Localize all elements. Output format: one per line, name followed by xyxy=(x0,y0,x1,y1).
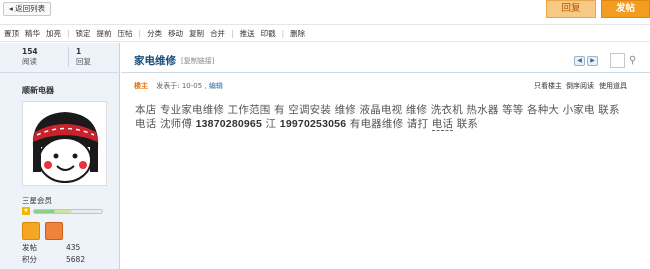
moderation-action-5[interactable]: 提前 xyxy=(97,28,112,39)
new-post-button[interactable]: 发帖 xyxy=(601,0,650,18)
posts-value[interactable]: 435 xyxy=(66,243,80,253)
posts-label: 发帖 xyxy=(22,243,37,252)
reply-button[interactable]: 回复 xyxy=(546,0,596,18)
home-medal-icon[interactable] xyxy=(22,222,40,240)
thread-main: 家电维修 [复制链接] ◀ ▶ ⚲ 楼主 发表于: 10-05 , 编辑 只看楼… xyxy=(121,43,650,269)
thread-stats: 154 阅读 1 回复 xyxy=(0,43,120,73)
back-to-list-button[interactable]: ◂ 返回列表 xyxy=(3,2,52,16)
posts-row: 发帖 435 xyxy=(22,243,102,253)
content-text-2: 江 xyxy=(262,118,280,130)
author-tag: 楼主 xyxy=(134,82,148,90)
wrench-icon[interactable]: ⚲ xyxy=(629,55,636,66)
phone-number-1: 13870280965 xyxy=(195,118,263,130)
use-tool-link[interactable]: 使用道具 xyxy=(599,81,627,91)
user-group: 三星会员 xyxy=(22,196,52,205)
phone-number-2: 19970253056 xyxy=(279,118,347,130)
moderation-action-14[interactable]: 印戳 xyxy=(261,28,276,39)
moderation-action-10[interactable]: 复制 xyxy=(189,28,204,39)
moderation-action-0[interactable]: 置顶 xyxy=(4,28,19,39)
post-meta: 楼主 发表于: 10-05 , 编辑 xyxy=(134,81,223,91)
moderation-action-16[interactable]: 删除 xyxy=(290,28,305,39)
avatar-image xyxy=(23,102,106,185)
only-author-link[interactable]: 只看楼主 xyxy=(534,81,562,91)
moderation-action-9[interactable]: 移动 xyxy=(168,28,183,39)
thread-title[interactable]: 家电维修 xyxy=(134,53,176,68)
moderation-action-4[interactable]: 锁定 xyxy=(76,28,91,39)
content-text-4: 联系 xyxy=(453,118,479,130)
arrow-right-icon[interactable]: ▶ xyxy=(587,56,598,66)
moderation-action-11[interactable]: 合并 xyxy=(210,28,225,39)
moderation-action-8[interactable]: 分类 xyxy=(147,28,162,39)
views-stat: 154 阅读 xyxy=(22,47,38,67)
moderation-action-6[interactable]: 压帖 xyxy=(118,28,133,39)
post-content: 本店 专业家电维修 工作范围 有 空调安装 维修 液晶电视 维修 洗衣机 热水器… xyxy=(135,103,625,131)
toolbar-separator: | xyxy=(231,28,234,38)
toolbar-separator: | xyxy=(138,28,142,38)
author-sidebar: 154 阅读 1 回复 顺新电器 三星会员 ★ 发帖 435 积分 5682 xyxy=(0,43,120,269)
copy-link[interactable]: [复制链接] xyxy=(181,56,214,66)
edit-link[interactable]: 编辑 xyxy=(209,82,223,90)
stat-divider xyxy=(68,47,69,67)
arrow-left-icon[interactable]: ◀ xyxy=(574,56,585,66)
thread-title-bar: 家电维修 [复制链接] ◀ ▶ ⚲ xyxy=(121,43,650,73)
heart-medal-icon[interactable] xyxy=(45,222,63,240)
replies-count: 1 xyxy=(76,47,82,56)
level-progress-bar xyxy=(33,209,103,214)
page-checkbox[interactable] xyxy=(610,53,625,68)
moderation-toolbar: 置顶 精华 加亮 | 锁定 提前 压帖 | 分类 移动 复制 合并 | 推送 印戳 | 删除 xyxy=(0,24,650,42)
posted-at: 发表于: 10-05 , xyxy=(156,82,207,90)
toolbar-separator: | xyxy=(281,28,285,38)
replies-label: 回复 xyxy=(76,57,91,66)
avatar[interactable] xyxy=(22,101,107,186)
top-bar: ◂ 返回列表 回复 发帖 xyxy=(0,0,650,18)
moderation-action-2[interactable]: 加亮 xyxy=(46,28,61,39)
credits-label: 积分 xyxy=(22,255,37,264)
credits-row: 积分 5682 xyxy=(22,255,102,265)
credits-value[interactable]: 5682 xyxy=(66,255,85,265)
content-text-3: 有电器维修 请打 xyxy=(346,118,432,130)
views-count: 154 xyxy=(22,47,38,56)
replies-stat: 1 回复 xyxy=(76,47,91,67)
reverse-order-link[interactable]: 倒序阅读 xyxy=(566,81,594,91)
views-label: 阅读 xyxy=(22,57,37,66)
moderation-action-13[interactable]: 推送 xyxy=(240,28,255,39)
toolbar-separator: | xyxy=(67,28,70,38)
moderation-action-1[interactable]: 精华 xyxy=(25,28,40,39)
moderation-items: 置顶 精华 加亮 | 锁定 提前 压帖 | 分类 移动 复制 合并 | 推送 印戳 | 删除 xyxy=(4,25,311,41)
author-username[interactable]: 顺新电器 xyxy=(22,85,54,96)
star-icon: ★ xyxy=(22,207,30,215)
content-dashed-word: 电话 xyxy=(431,118,454,131)
